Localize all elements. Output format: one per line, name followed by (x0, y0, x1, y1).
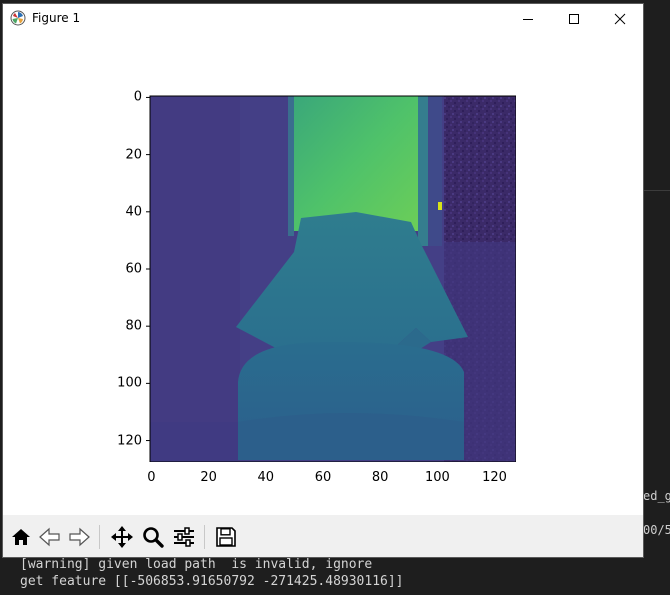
pan-button[interactable] (108, 523, 136, 551)
y-tick-label: 40 (125, 204, 142, 220)
save-button[interactable] (212, 523, 240, 551)
y-tick-label: 80 (125, 318, 142, 334)
matplotlib-logo-icon (10, 10, 26, 26)
x-tick-label: 60 (314, 470, 332, 485)
save-icon (216, 527, 236, 547)
toolbar-separator (204, 525, 205, 549)
zoom-button[interactable] (139, 523, 167, 551)
y-tick-label: 100 (117, 375, 142, 391)
maximize-button[interactable] (551, 4, 597, 34)
close-icon (614, 13, 626, 25)
console-line: [warning] given load path is invalid, ig… (20, 557, 373, 572)
x-tick-label: 100 (424, 470, 450, 485)
figure-window: Figure 1 0 20 40 60 80 100 120 0 20 40 6… (3, 4, 643, 557)
x-tick-label: 20 (200, 470, 217, 485)
home-button[interactable] (7, 523, 35, 551)
close-button[interactable] (597, 4, 643, 34)
terminal-output: [warning] given load path is invalid, ig… (0, 557, 670, 595)
y-tick-label: 20 (125, 147, 142, 163)
navigation-toolbar (3, 515, 643, 557)
home-icon (12, 529, 30, 545)
background-text-fragment: 00/5 (643, 523, 670, 537)
y-axis-ticks (146, 96, 150, 442)
background-text-fragment: ed_g (643, 489, 670, 503)
maximize-icon (569, 14, 579, 24)
background-editor: ed_g 00/5 (643, 0, 670, 595)
x-tick-label: 120 (482, 470, 507, 485)
configure-subplots-button[interactable] (170, 523, 198, 551)
depth-image (150, 96, 516, 462)
back-button[interactable] (36, 523, 64, 551)
x-tick-label: 0 (147, 470, 156, 485)
zoom-icon (143, 527, 164, 548)
pan-icon (111, 526, 133, 548)
forward-arrow-icon (69, 527, 90, 547)
x-tick-label: 40 (257, 470, 275, 485)
x-tick-label: 80 (371, 470, 389, 485)
image-plot[interactable] (146, 92, 516, 462)
minimize-icon (523, 19, 533, 20)
forward-button[interactable] (65, 523, 93, 551)
configure-subplots-icon (174, 527, 194, 547)
console-line: get feature [[-506853.91650792 -271425.4… (20, 574, 404, 589)
toolbar-separator (99, 525, 100, 549)
window-title: Figure 1 (32, 11, 81, 25)
figure-canvas[interactable]: 0 20 40 60 80 100 120 0 20 40 60 80 100 120 (3, 34, 643, 515)
y-tick-label: 60 (125, 261, 142, 277)
minimize-button[interactable] (505, 4, 551, 34)
editor-divider (643, 190, 670, 191)
y-tick-label: 120 (117, 433, 142, 449)
y-tick-label: 0 (133, 89, 142, 105)
back-arrow-icon (39, 527, 60, 547)
title-bar[interactable]: Figure 1 (3, 4, 643, 34)
